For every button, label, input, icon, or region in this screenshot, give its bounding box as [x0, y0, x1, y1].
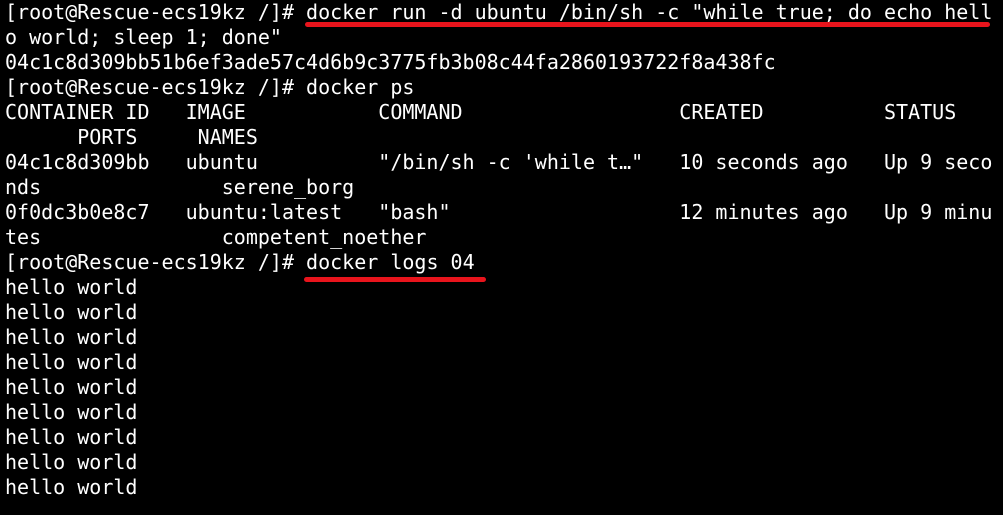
log-output-line: hello world: [5, 375, 138, 399]
log-output-line: hello world: [5, 300, 138, 324]
terminal-window[interactable]: [root@Rescue-ecs19kz /]# docker run -d u…: [5, 0, 1003, 515]
log-output-line: hello world: [5, 425, 138, 449]
log-output-line: hello world: [5, 475, 138, 499]
docker-ps-command: docker ps: [306, 75, 415, 99]
ps-table-header-wrap: PORTS NAMES: [5, 125, 258, 149]
docker-run-command-wrap: o world; sleep 1; done": [5, 25, 282, 49]
log-output-line: hello world: [5, 400, 138, 424]
log-output-line: hello world: [5, 450, 138, 474]
container-id-output: 04c1c8d309bb51b6ef3ade57c4d6b9c3775fb3b0…: [5, 50, 776, 74]
docker-logs-command: docker logs 04: [306, 250, 475, 274]
red-underline-annotation: [304, 277, 486, 282]
log-output-line: hello world: [5, 325, 138, 349]
docker-run-command: docker run -d ubuntu /bin/sh -c "while t…: [306, 0, 993, 24]
shell-prompt: [root@Rescue-ecs19kz /]#: [5, 250, 307, 274]
ps-table-header: CONTAINER ID IMAGE COMMAND CREATED STATU…: [5, 100, 957, 124]
shell-prompt: [root@Rescue-ecs19kz /]#: [5, 75, 307, 99]
terminal-line-docker-logs: [root@Rescue-ecs19kz /]# docker logs 04: [5, 250, 1003, 275]
ps-table-row-wrap: nds serene_borg: [5, 175, 355, 199]
terminal-line-docker-ps: [root@Rescue-ecs19kz /]# docker ps: [5, 75, 1003, 100]
ps-table-row-wrap: tes competent_noether: [5, 225, 427, 249]
red-underline-annotation: [305, 22, 990, 27]
terminal-line-docker-run-wrap: o world; sleep 1; done": [5, 25, 1003, 50]
log-output-line: hello world: [5, 275, 138, 299]
ps-table-row: 04c1c8d309bb ubuntu "/bin/sh -c 'while t…: [5, 150, 993, 174]
ps-table-row: 0f0dc3b0e8c7 ubuntu:latest "bash" 12 min…: [5, 200, 993, 224]
shell-prompt: [root@Rescue-ecs19kz /]#: [5, 0, 307, 24]
log-output-line: hello world: [5, 350, 138, 374]
